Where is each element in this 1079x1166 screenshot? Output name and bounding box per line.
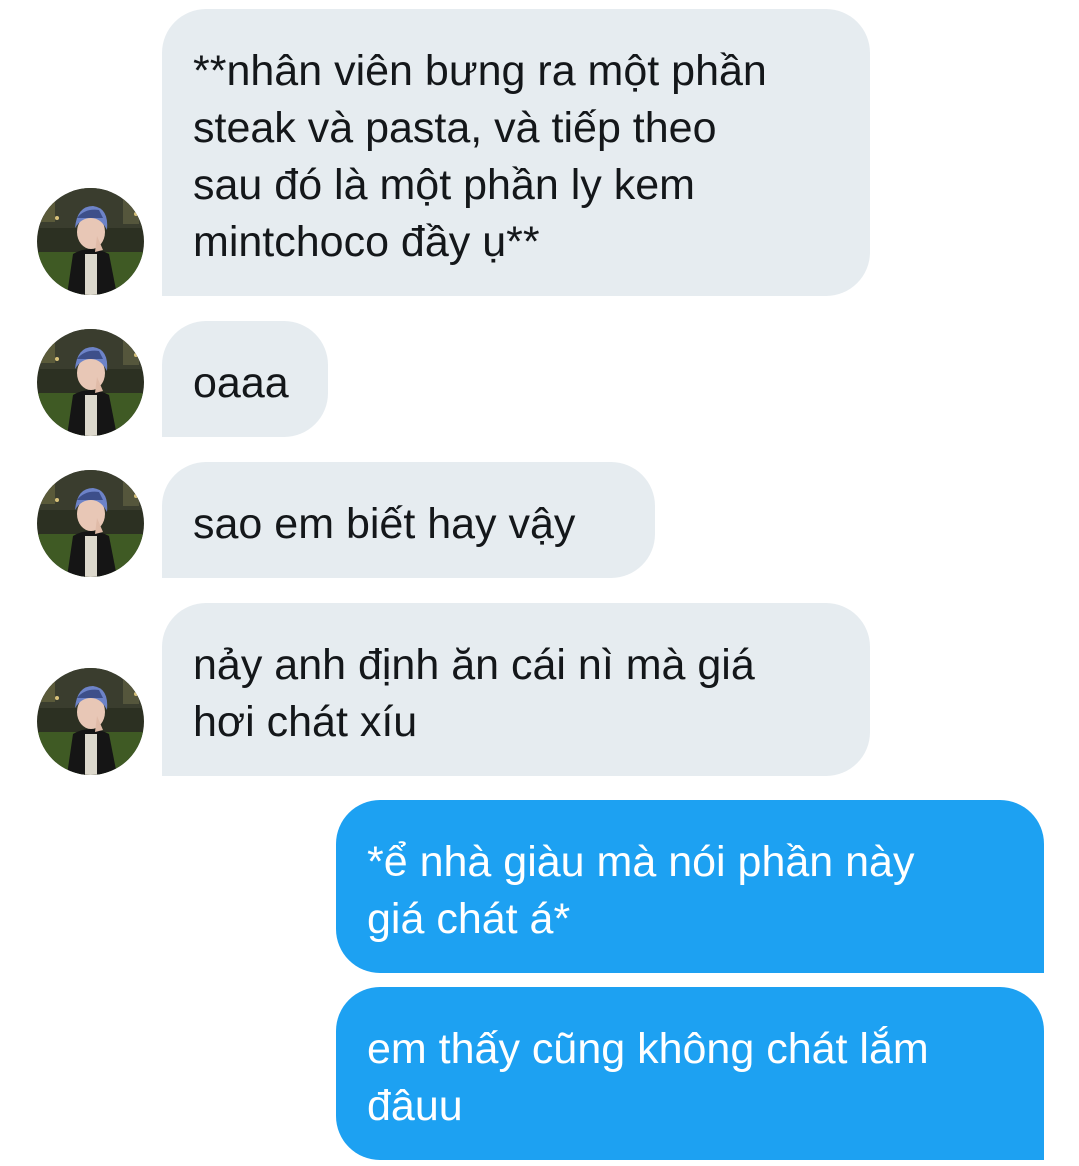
- sender-avatar[interactable]: [37, 188, 144, 295]
- avatar-image: [37, 188, 144, 295]
- sender-avatar[interactable]: [37, 470, 144, 577]
- message-bubble-outgoing[interactable]: em thấy cũng không chát lắm đâuu: [336, 987, 1044, 1160]
- avatar-image: [37, 470, 144, 577]
- sender-avatar[interactable]: [37, 329, 144, 436]
- avatar-image: [37, 668, 144, 775]
- message-bubble-incoming[interactable]: **nhân viên bưng ra một phần steak và pa…: [162, 9, 870, 296]
- message-bubble-incoming[interactable]: sao em biết hay vậy: [162, 462, 655, 578]
- message-bubble-incoming[interactable]: oaaa: [162, 321, 328, 437]
- sender-avatar[interactable]: [37, 668, 144, 775]
- avatar-image: [37, 329, 144, 436]
- message-bubble-incoming[interactable]: nảy anh định ăn cái nì mà giá hơi chát x…: [162, 603, 870, 776]
- message-bubble-outgoing[interactable]: *ể nhà giàu mà nói phần này giá chát á*: [336, 800, 1044, 973]
